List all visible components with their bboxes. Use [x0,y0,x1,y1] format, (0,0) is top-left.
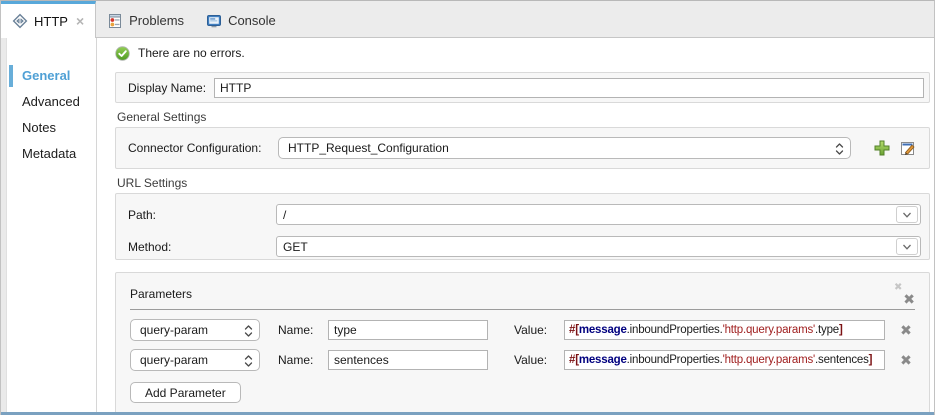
connector-configuration-value: HTTP_Request_Configuration [288,141,449,155]
param-value-input[interactable]: #[message .inboundProperties.'http.query.… [564,320,885,340]
param-name-input[interactable] [328,320,488,340]
delete-all-parameters-icon[interactable]: ✖ ✖ [893,283,915,307]
sidebar-item-notes[interactable]: Notes [7,115,96,141]
method-value: GET [283,239,308,254]
tab-label: Console [228,13,276,28]
display-name-input[interactable] [214,77,924,98]
param-name-input[interactable] [328,350,488,370]
add-config-icon[interactable] [873,139,891,157]
general-settings-group: Connector Configuration: HTTP_Request_Co… [115,127,930,169]
chevron-down-icon [896,238,918,255]
param-type-value: query-param [140,323,209,337]
validation-status: There are no errors. [115,43,930,63]
param-value-input[interactable]: #[message .inboundProperties.'http.query.… [564,350,885,370]
path-row: Path: / [128,204,921,225]
url-settings-title: URL Settings [117,176,188,190]
updown-stepper-icon [244,355,253,367]
tab-label: Problems [129,13,185,28]
tab-bar: HTTP × Problems Console [1,1,934,38]
method-label: Method: [128,239,172,254]
param-name-label: Name: [278,323,314,337]
tab-label: HTTP [34,13,68,29]
parameter-row: query-param Name: Value: #[message.inbou… [130,319,915,341]
delete-parameter-icon[interactable]: ✖ [897,321,915,339]
connector-configuration-label: Connector Configuration: [128,141,262,155]
tab-http[interactable]: HTTP × [1,1,97,38]
path-value: / [283,207,287,222]
updown-stepper-icon [244,325,253,337]
http-connector-icon [12,13,28,29]
sidebar-item-general[interactable]: General [7,63,96,89]
tab-problems[interactable]: Problems [96,1,195,37]
parameters-group: Parameters ✖ ✖ query-param Name: type Va… [115,272,930,412]
general-panel: There are no errors. Display Name: Gener… [97,38,934,412]
param-value-label: Value: [514,353,548,367]
param-type-value: query-param [140,353,209,367]
parameters-header: Parameters ✖ ✖ [130,283,915,307]
path-combo[interactable]: / [276,204,921,225]
add-parameter-button[interactable]: Add Parameter [130,382,241,403]
success-check-icon [115,45,130,61]
url-settings-group: Path: / Method: GET [115,193,930,260]
status-message: There are no errors. [138,46,245,60]
display-name-group: Display Name: [115,72,930,103]
sidebar-item-advanced[interactable]: Advanced [7,89,96,115]
tab-console[interactable]: Console [195,1,287,37]
param-name-label: Name: [278,353,314,367]
updown-stepper-icon [835,143,844,155]
properties-editor-window: HTTP × Problems Console General Advanced… [0,0,935,415]
param-type-select[interactable]: query-param [130,319,260,341]
problems-icon [109,13,122,28]
param-type-select[interactable]: query-param [130,349,260,371]
method-row: Method: GET [128,236,921,257]
editor-body: General Advanced Notes Metadata There ar… [1,38,934,412]
parameter-row: query-param Name: Value: #[message.inbou… [130,349,915,371]
sidebar-item-metadata[interactable]: Metadata [7,141,96,167]
parameters-title: Parameters [130,287,193,301]
connector-configuration-select[interactable]: HTTP_Request_Configuration [278,137,851,159]
chevron-down-icon [896,206,918,223]
param-value-label: Value: [514,323,548,337]
parameters-divider [130,309,915,310]
edit-config-icon[interactable] [899,139,917,157]
close-icon[interactable]: × [76,14,84,28]
general-settings-title: General Settings [117,110,207,124]
delete-parameter-icon[interactable]: ✖ [897,351,915,369]
method-combo[interactable]: GET [276,236,921,257]
display-name-label: Display Name: [128,80,207,95]
console-icon [207,14,222,27]
section-sidebar: General Advanced Notes Metadata [7,38,96,412]
path-label: Path: [128,207,157,222]
